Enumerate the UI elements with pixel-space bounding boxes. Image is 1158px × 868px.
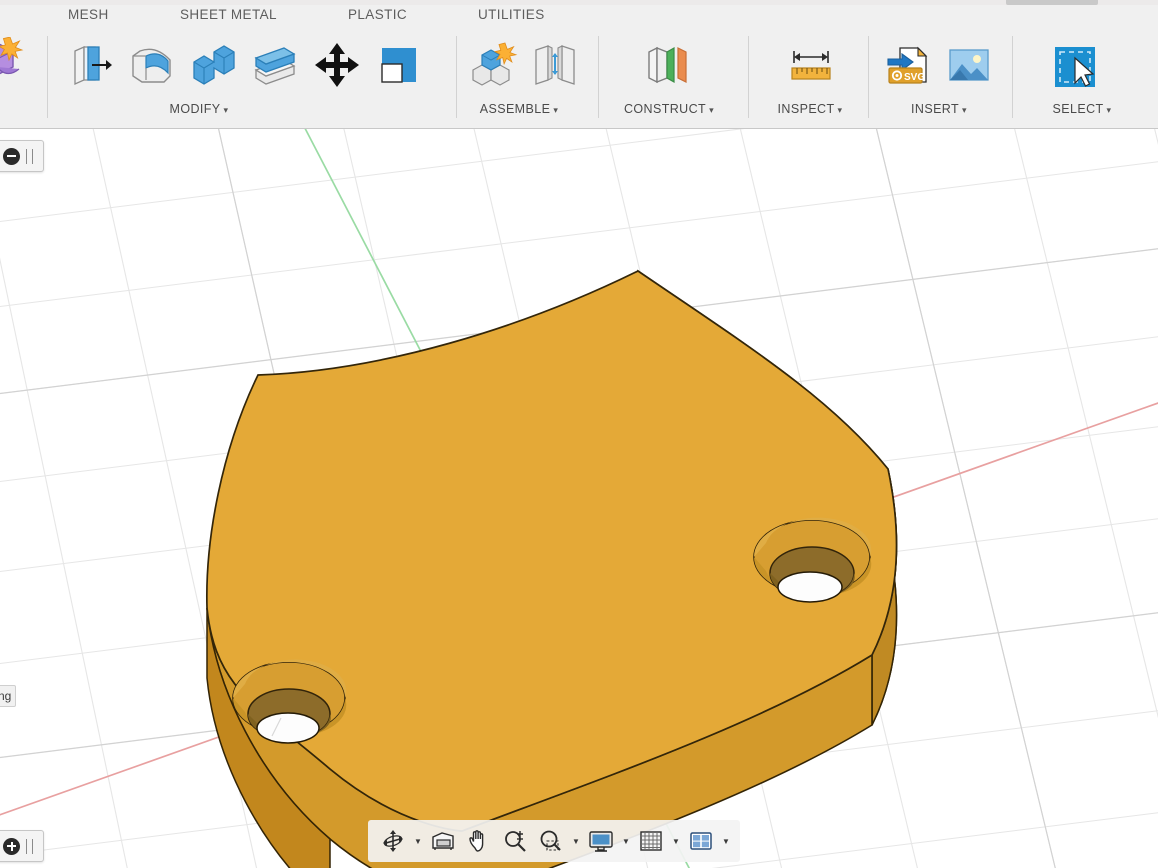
panel-insert: SVG INSERT▾ (876, 30, 1002, 128)
panel-inspect: INSPECT▾ (758, 30, 862, 128)
tab-plastic[interactable]: PLASTIC (348, 7, 407, 22)
tab-sheet-metal[interactable]: SHEET METAL (180, 7, 277, 22)
joint-icon[interactable] (528, 36, 582, 94)
viewports-button[interactable] (684, 824, 718, 858)
ribbon-drag-nub[interactable] (1006, 0, 1098, 5)
panel-label-text: INSPECT (778, 102, 835, 116)
ribbon-top-strip (0, 0, 1158, 5)
zoom-button[interactable] (498, 824, 532, 858)
panel-label-assemble[interactable]: ASSEMBLE▾ (458, 102, 580, 116)
panel-label-construct[interactable]: CONSTRUCT▾ (610, 102, 728, 116)
chevron-down-icon: ▾ (1107, 105, 1112, 115)
curved-plate-body (207, 271, 897, 868)
fusion360-window: MESH SHEET METAL PLASTIC UTILITIES (0, 0, 1158, 868)
display-settings-button[interactable] (584, 824, 618, 858)
panel-separator (868, 36, 869, 118)
panel-modify: MODIFY▾ (58, 30, 376, 128)
panel-label-inspect[interactable]: INSPECT▾ (758, 102, 862, 116)
browser-collapse-handle[interactable] (0, 140, 44, 172)
select-window-icon[interactable] (1046, 36, 1100, 94)
view-navigation-bar: ▼ (368, 820, 740, 862)
orbit-caret-icon[interactable]: ▼ (412, 837, 424, 846)
create-form-icon[interactable] (0, 34, 30, 92)
fit-caret-icon[interactable]: ▼ (570, 837, 582, 846)
tab-mesh[interactable]: MESH (68, 7, 109, 22)
shell-icon[interactable] (186, 36, 240, 94)
panel-label-text: CONSTRUCT (624, 102, 706, 116)
grid-snaps-button[interactable] (634, 824, 668, 858)
panel-separator (748, 36, 749, 118)
ribbon-tab-row: MESH SHEET METAL PLASTIC UTILITIES (0, 7, 1158, 29)
insert-svg-icon[interactable]: SVG (880, 36, 934, 94)
chevron-down-icon: ▾ (709, 105, 714, 115)
ribbon-panel-row: MODIFY▾ (0, 30, 1158, 128)
panel-construct: CONSTRUCT▾ (610, 30, 728, 128)
panel-separator (598, 36, 599, 118)
viewports-caret-icon[interactable]: ▼ (720, 837, 732, 846)
combine-icon[interactable] (372, 36, 426, 94)
clipped-side-label: ng (0, 685, 16, 707)
panel-label-text: SELECT (1053, 102, 1104, 116)
pan-button[interactable] (462, 824, 496, 858)
split-body-icon[interactable] (248, 36, 302, 94)
press-pull-icon[interactable] (62, 36, 116, 94)
chevron-down-icon: ▾ (224, 105, 229, 115)
fit-button[interactable] (534, 824, 568, 858)
offset-plane-icon[interactable] (640, 36, 694, 94)
viewport-canvas[interactable]: ng ▼ (0, 129, 1158, 868)
panel-label-text: MODIFY (170, 102, 221, 116)
chevron-down-icon: ▾ (838, 105, 843, 115)
panel-label-select[interactable]: SELECT▾ (1022, 102, 1142, 116)
fillet-icon[interactable] (124, 36, 178, 94)
drag-grip[interactable] (26, 839, 33, 854)
look-at-button[interactable] (426, 824, 460, 858)
orbit-button[interactable] (376, 824, 410, 858)
move-copy-icon[interactable] (310, 36, 364, 94)
panel-label-modify[interactable]: MODIFY▾ (40, 102, 358, 116)
panel-separator (456, 36, 457, 118)
chevron-down-icon: ▾ (553, 105, 558, 115)
insert-image-icon[interactable] (942, 36, 996, 94)
panel-assemble: ASSEMBLE▾ (464, 30, 586, 128)
drag-grip[interactable] (26, 149, 33, 164)
panel-label-insert[interactable]: INSERT▾ (876, 102, 1002, 116)
plus-circle-icon (3, 838, 20, 855)
timeline-expand-handle[interactable] (0, 830, 44, 862)
chevron-down-icon: ▾ (962, 105, 967, 115)
scene-3d (0, 129, 1158, 868)
minus-circle-icon (3, 148, 20, 165)
svg-text:SVG: SVG (904, 72, 925, 83)
display-settings-caret-icon[interactable]: ▼ (620, 837, 632, 846)
panel-label-text: INSERT (911, 102, 959, 116)
ribbon-toolbar: MESH SHEET METAL PLASTIC UTILITIES (0, 0, 1158, 129)
tab-utilities[interactable]: UTILITIES (478, 7, 545, 22)
new-component-icon[interactable] (466, 36, 520, 94)
panel-label-text: ASSEMBLE (480, 102, 551, 116)
grid-snaps-caret-icon[interactable]: ▼ (670, 837, 682, 846)
panel-separator (1012, 36, 1013, 118)
panel-select: SELECT▾ (1022, 30, 1142, 128)
measure-icon[interactable] (784, 36, 838, 94)
